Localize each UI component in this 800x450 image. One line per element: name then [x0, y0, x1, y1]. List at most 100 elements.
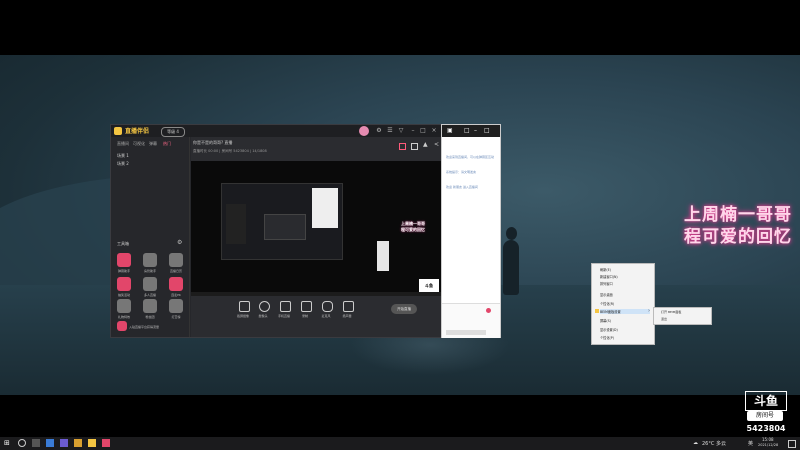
browser-icon[interactable] [46, 439, 54, 447]
tool-icon[interactable] [143, 253, 157, 267]
gift-icon[interactable] [486, 308, 491, 313]
bottom-tool-label: 截屏摄像 [236, 314, 249, 318]
window-icon[interactable] [411, 143, 418, 150]
notification-icon[interactable] [788, 440, 796, 448]
minimize-icon[interactable]: – [409, 127, 417, 135]
context-menu: 刷新(E) 新建窗口(N) 排列窗口 显示桌面 个性化(R) BEIM面板设置 … [591, 263, 655, 345]
camera-icon[interactable] [239, 301, 250, 312]
tool-label: 弹幕助手 [117, 269, 130, 273]
maximize-icon[interactable]: □ [484, 127, 490, 134]
nested-overlay-text: 程可爱的回忆 [401, 227, 425, 232]
tool-label: 房管助手 [143, 269, 156, 273]
tab-2[interactable]: 弹幕 [149, 141, 157, 147]
menu-icon[interactable]: ☰ [386, 127, 394, 135]
webcam-icon[interactable] [259, 301, 270, 312]
bottom-tool-label: 摄像头 [258, 314, 268, 318]
clock-time[interactable]: 15:08 [762, 437, 774, 442]
tool-label: 抽奖活动 [117, 293, 130, 297]
submenu-item[interactable]: 退出 [661, 317, 667, 321]
nested-chat [312, 188, 338, 228]
app-icon[interactable] [60, 439, 68, 447]
scene-item[interactable]: 场景 2 [117, 161, 129, 167]
tool-label: 多人直播 [143, 293, 156, 297]
stream-preview[interactable]: 上周楠一哥哥 程可爱的回忆 斗鱼 [191, 161, 441, 296]
menu-item[interactable]: 个性化(R) [600, 301, 650, 306]
menu-item[interactable]: 个性化(P) [600, 335, 650, 340]
tab-0[interactable]: 直播间 [117, 141, 129, 147]
menu-item[interactable]: 排列窗口 [600, 281, 650, 286]
windows-start-icon[interactable]: ⊞ [4, 439, 12, 447]
settings-icon[interactable]: ⚙ [177, 239, 182, 246]
tool-icon[interactable] [143, 299, 157, 313]
close-icon[interactable]: × [430, 127, 438, 135]
app-icon[interactable] [102, 439, 110, 447]
menu-item[interactable]: 屏幕(S) [600, 318, 650, 323]
search-icon[interactable] [18, 439, 26, 447]
folder-icon[interactable] [74, 439, 82, 447]
gamepad-icon[interactable]: ▣ [447, 127, 453, 134]
bottom-toolbar: 截屏摄像 摄像头 手机直播 录制 麦克风 扬声器 开始直播 [191, 296, 441, 337]
phone-icon[interactable] [280, 301, 291, 312]
bell-icon[interactable]: ▽ [397, 127, 405, 135]
window-icon[interactable]: □ [464, 127, 470, 134]
share-icon[interactable]: < [434, 141, 439, 148]
nested-menu [377, 241, 389, 271]
chat-panel: ▣ □ – □ 欢迎来到直播间，可以在弹幕区互动 系统提示：请文明发言 欢迎 新… [441, 124, 501, 338]
clock-date[interactable]: 2021/12/28 [758, 443, 778, 447]
menu-item-icon [595, 309, 599, 313]
tool-label: 连麦PK [171, 293, 181, 297]
tool-icon[interactable] [117, 299, 131, 313]
avatar[interactable] [359, 126, 369, 136]
chat-message: 系统提示：请文明发言 [446, 170, 477, 174]
menu-item[interactable]: 刷新(E) [600, 267, 650, 272]
douyu-logo: 斗鱼 [745, 391, 787, 411]
tool-icon[interactable] [117, 277, 131, 291]
room-label: 房间号 [747, 411, 783, 421]
nested-watermark: 斗鱼 [419, 279, 439, 293]
streaming-app-icon[interactable] [88, 439, 96, 447]
menu-item[interactable]: 显示桌面 [600, 292, 650, 297]
submenu-item[interactable]: 打开 BEIM面板 [661, 310, 681, 314]
app-logo-icon [114, 127, 122, 135]
tool-icon[interactable] [117, 253, 131, 267]
context-submenu: 打开 BEIM面板 退出 [653, 307, 712, 325]
tool-label: 打赏榜 [171, 315, 181, 319]
taskview-icon[interactable] [32, 439, 40, 447]
tools-title: 工具箱 [117, 241, 129, 246]
menu-item[interactable]: 显示设置(D) [600, 327, 650, 332]
bottom-tool-label: 手机直播 [277, 314, 290, 318]
nested-sidebar [226, 204, 246, 244]
stream-title[interactable]: 你是不是的哥哥? 直播 [193, 140, 232, 146]
weather-text[interactable]: 26°C 多云 [702, 440, 726, 447]
record-icon[interactable] [301, 301, 312, 312]
lang-indicator[interactable]: 英 [748, 440, 753, 447]
chevron-right-icon: › [648, 308, 650, 314]
maximize-icon[interactable]: □ [419, 127, 427, 135]
scene-item[interactable]: 场景 1 [117, 153, 129, 159]
bell-icon[interactable]: ▲ [423, 141, 428, 148]
room-number: 5423804 [746, 424, 786, 433]
microphone-icon[interactable] [322, 301, 333, 312]
settings-icon[interactable]: ⚙ [375, 127, 383, 135]
tab-3[interactable]: 热门 [163, 141, 171, 147]
app-titlebar: 直播伴侣 等级 4 ⚙ ☰ ▽ – □ × [111, 125, 441, 137]
bottom-tool-label: 麦克风 [321, 314, 331, 318]
minimize-icon[interactable]: – [474, 127, 477, 134]
tool-icon[interactable] [169, 277, 183, 291]
level-badge: 等级 4 [161, 127, 185, 137]
start-stream-button[interactable]: 开始直播 [391, 304, 417, 314]
stream-info-bar: 你是不是的哥哥? 直播 直播时长 00:00 | 房间号 5423804 | 1… [191, 137, 441, 161]
tool-icon[interactable] [117, 321, 127, 331]
record-icon[interactable] [399, 143, 406, 150]
chat-message: 欢迎 新朋友 进入直播间 [446, 185, 478, 189]
tab-1[interactable]: 可视化 [133, 141, 145, 147]
menu-item[interactable]: 新建窗口(N) [600, 274, 650, 279]
tool-icon[interactable] [169, 299, 183, 313]
bottom-tool-label: 扬声器 [342, 314, 352, 318]
tool-icon[interactable] [143, 277, 157, 291]
chat-input[interactable] [442, 303, 500, 338]
tool-label: 入驻直播平台获得流量 [129, 325, 160, 329]
tool-icon[interactable] [169, 253, 183, 267]
speaker-icon[interactable] [343, 301, 354, 312]
menu-item-highlighted[interactable]: BEIM面板设置 [600, 309, 650, 314]
